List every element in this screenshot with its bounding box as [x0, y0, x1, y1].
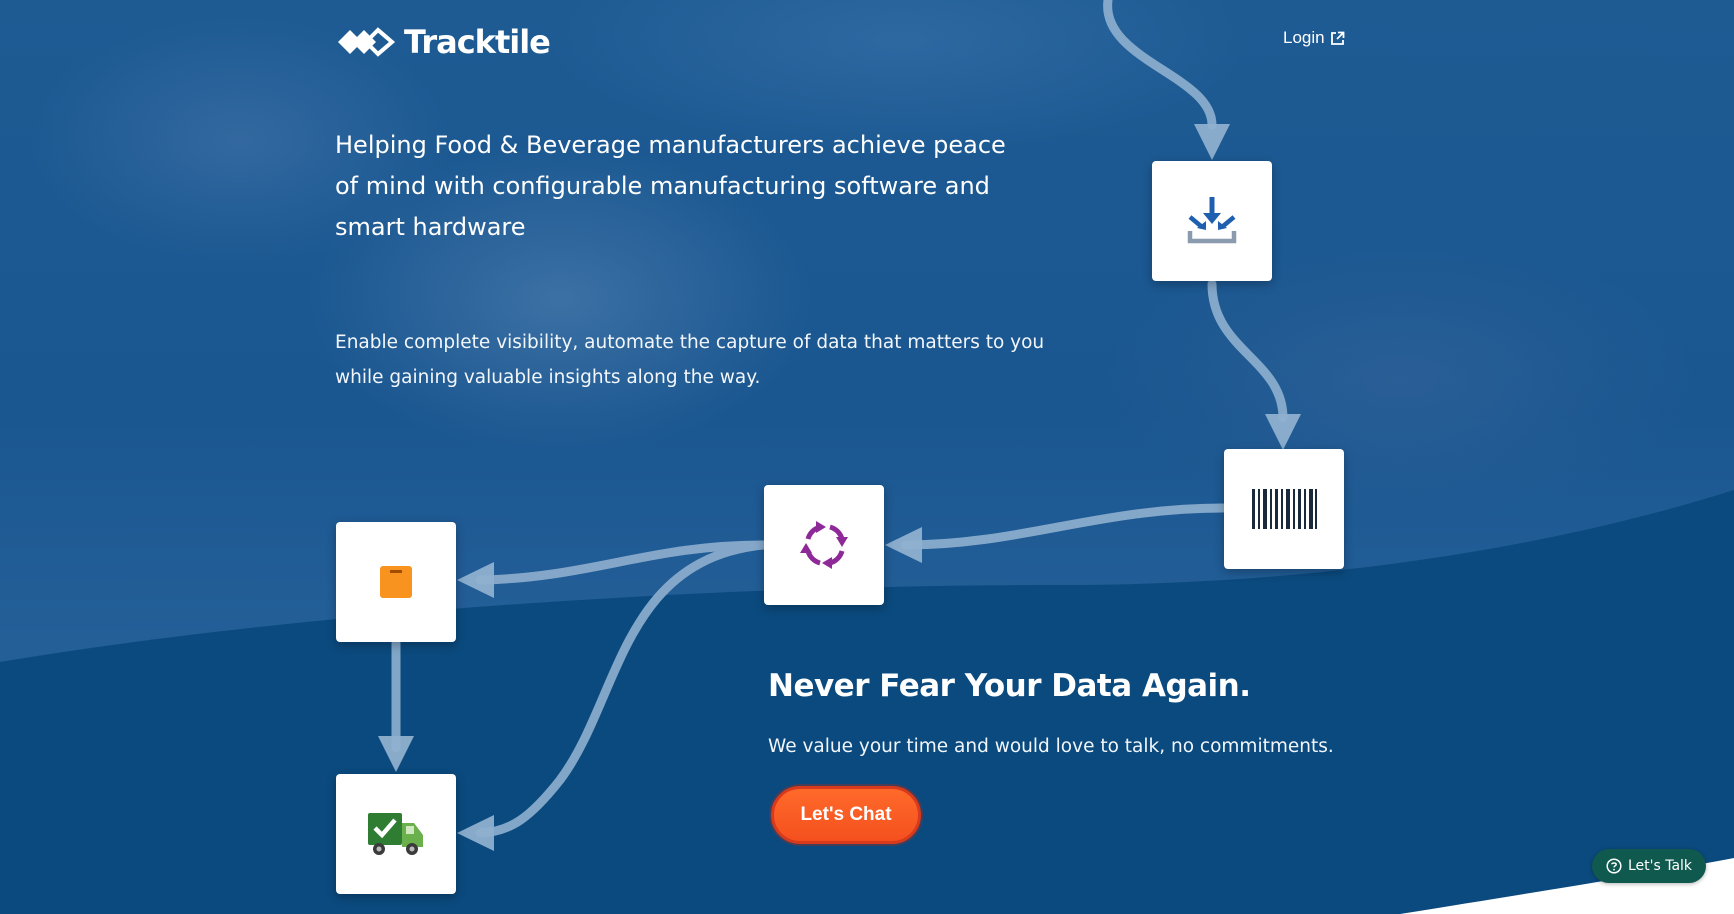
brand-logo[interactable]: Tracktile [336, 22, 551, 62]
lets-talk-widget[interactable]: Let's Talk [1592, 849, 1706, 883]
external-link-icon [1330, 31, 1345, 45]
delivery-truck-check-icon [368, 813, 423, 855]
login-label: Login [1283, 28, 1325, 47]
hero-subtext: Enable complete visibility, automate the… [335, 332, 1045, 388]
arrow-head-1 [1194, 124, 1230, 160]
login-link[interactable]: Login [1283, 28, 1345, 48]
arrow-head-5 [457, 815, 494, 851]
help-circle-icon [1606, 858, 1622, 874]
arrow-head-4 [457, 562, 494, 598]
flow-card-process [764, 485, 884, 605]
arrow-head-2 [1265, 414, 1301, 450]
arrow-head-6 [378, 736, 414, 772]
arrow-head-3 [885, 527, 922, 563]
flow-card-scan [1224, 449, 1344, 569]
lets-chat-button[interactable]: Let's Chat [771, 786, 921, 844]
barcode-icon [1252, 489, 1317, 529]
cta-title: Never Fear Your Data Again. [768, 668, 1251, 704]
lets-talk-label: Let's Talk [1627, 858, 1693, 874]
hero-headline: Helping Food & Beverage manufacturers ac… [335, 131, 1006, 241]
cta-subtitle: We value your time and would love to tal… [768, 736, 1334, 757]
flow-card-receive [1152, 161, 1272, 281]
brand-name: Tracktile [404, 23, 551, 61]
package-box-icon [380, 566, 412, 598]
flow-card-package [336, 522, 456, 642]
sync-cycle-icon [800, 521, 848, 569]
logo-diamonds-icon [338, 27, 396, 57]
flow-card-delivery [336, 774, 456, 894]
receive-inbox-icon [1187, 197, 1237, 244]
